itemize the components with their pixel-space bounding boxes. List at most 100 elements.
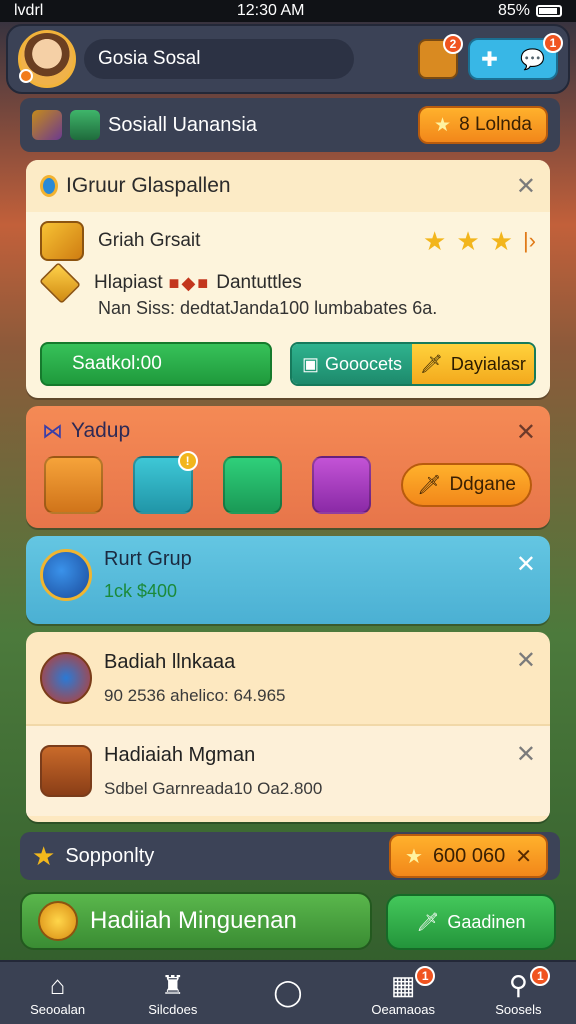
close-icon[interactable]: ✕ xyxy=(516,418,536,447)
star-icon: ★ xyxy=(32,840,56,871)
chest-tile[interactable] xyxy=(44,456,104,514)
rurt-title: Rurt Grup xyxy=(104,548,192,570)
rurt-value: 1ck $400 xyxy=(104,581,178,601)
badiah-item-1-text: Badiah llnkaaa 90 2536 ahelico: 64.965 xyxy=(104,651,286,706)
tab-home-label: Seooalan xyxy=(30,1001,86,1017)
group-row-2-title: Hlapiast xyxy=(94,272,163,293)
sopponlty-button[interactable]: ★ 600 060 ✕ xyxy=(389,834,548,878)
rating-stars: ★ ★ ★ |› xyxy=(423,226,536,257)
daily-label: Dayialasr xyxy=(450,353,526,374)
yardup-tiles: ! 🗡 Ddgane xyxy=(26,451,550,514)
chat-badge: 1 xyxy=(543,33,563,53)
group-row-1-title: Griah Grsait xyxy=(98,230,201,251)
daily-button[interactable]: 🗡 Dayialasr xyxy=(412,344,534,384)
tab-trophy-label: Silcdoes xyxy=(148,1001,198,1017)
badiah-item-2-text: Hadiaiah Mgman Sdbel Garnreada10 Oa2.800 xyxy=(104,744,322,799)
chat-icon: 💬 xyxy=(520,48,545,71)
yardup-button-label: Ddgane xyxy=(449,474,516,495)
gem-icon xyxy=(32,110,62,140)
close-icon[interactable]: ✕ xyxy=(515,844,532,869)
group-row-2-suffix: Dantuttles xyxy=(216,272,302,293)
user-name[interactable]: Gosia Sosal xyxy=(84,39,354,79)
badiah-item-2[interactable]: Hadiaiah Mgman Sdbel Garnreada10 Oa2.800… xyxy=(26,724,550,816)
trophy-icon: ♜ xyxy=(161,969,185,1000)
social-button-label: 8 Lolnda xyxy=(459,114,532,135)
profile-header: Gosia Sosal 2 ✚ 💬 1 xyxy=(6,24,570,94)
tab-calendar-badge: 1 xyxy=(415,965,436,986)
dice-icon: ■◆■ xyxy=(168,272,211,293)
battery-icon xyxy=(535,5,562,17)
status-right: 85% xyxy=(498,2,562,20)
yardup-title: Yadup xyxy=(71,419,131,442)
rurt-panel[interactable]: Rurt Grup 1ck $400 ✕ xyxy=(26,536,550,624)
badiah-sub-2: Sdbel Garnreada10 Oa2.800 xyxy=(104,778,323,798)
split-action-button: ▣ Gooocets 🗡 Dayialasr xyxy=(290,342,536,386)
character-tile[interactable]: ! xyxy=(133,451,198,514)
badiah-title-2: Hadiaiah Mgman xyxy=(104,743,256,766)
goods-label: Gooocets xyxy=(324,353,403,374)
online-dot xyxy=(19,69,33,83)
badiah-title-1: Badiah llnkaaa xyxy=(104,650,236,673)
gold-chest-icon xyxy=(40,221,84,261)
badiah-item-1[interactable]: Badiah llnkaaa 90 2536 ahelico: 64.965 ✕ xyxy=(26,632,550,724)
close-icon[interactable]: ✕ xyxy=(516,172,536,201)
tile-badge: ! xyxy=(177,451,198,471)
bowtie-icon: ⋈ xyxy=(42,419,63,443)
group-row-2-sub: Nan Siss: dedtatJanda100 lumbabates 6a. xyxy=(98,297,438,318)
close-icon[interactable]: ✕ xyxy=(516,646,536,675)
refresh-icon: ◯ xyxy=(273,977,303,1007)
mascot-tile[interactable] xyxy=(311,456,372,514)
badiah-panel: Badiah llnkaaa 90 2536 ahelico: 64.965 ✕… xyxy=(26,632,550,822)
sword-icon: 🗡 xyxy=(420,353,443,374)
coin-icon xyxy=(38,901,78,941)
group-row-1[interactable]: Griah Grsait ★ ★ ★ |› xyxy=(26,212,550,270)
sword-icon: 🗡 xyxy=(416,911,440,932)
globe-icon xyxy=(40,549,92,601)
tab-social[interactable]: ⚲ 1 Soosels xyxy=(468,965,568,1017)
tab-social-label: Soosels xyxy=(495,1001,542,1017)
box-icon: ▣ xyxy=(301,353,319,374)
puzzle-icon: ✚ xyxy=(481,48,498,71)
social-star-button[interactable]: ★ 8 Lolnda xyxy=(418,106,548,144)
bottom-tab-bar: ⌂ Seooalan ♜ Silcdoes ◯ ▦ 1 Oeamaoas ⚲ 1… xyxy=(0,960,576,1024)
sopponlty-label: Sopponlty xyxy=(65,844,155,867)
green-action-button[interactable]: Saatkol:00 xyxy=(40,342,272,386)
group-panel-title: IGruur Glaspallen xyxy=(66,174,231,197)
yardup-button[interactable]: 🗡 Ddgane xyxy=(401,463,532,507)
weekly-reward-banner[interactable]: Hadiiah Minguenan xyxy=(20,892,372,950)
drop-icon xyxy=(40,175,58,197)
calendar-icon: ▦ xyxy=(390,969,416,1000)
gold-tile[interactable] xyxy=(222,456,282,514)
weekly-button-label: Gaadinen xyxy=(447,911,526,932)
badiah-sub-1: 90 2536 ahelico: 64.965 xyxy=(104,685,286,705)
basket-icon xyxy=(40,745,92,797)
goods-button[interactable]: ▣ Gooocets xyxy=(292,344,412,384)
star-icon: ★ xyxy=(405,845,423,868)
chest-badge: 2 xyxy=(443,34,463,54)
social-title: Sosiall Uanansia xyxy=(108,113,257,136)
tab-home[interactable]: ⌂ Seooalan xyxy=(8,970,108,1017)
tools-chat-button[interactable]: ✚ 💬 1 xyxy=(468,33,563,80)
tab-trophy[interactable]: ♜ Silcdoes xyxy=(123,970,223,1017)
sopponlty-button-label: 600 060 xyxy=(432,844,506,867)
tab-refresh[interactable]: ◯ xyxy=(238,977,338,1009)
sopponlty-bar: ★ Sopponlty ★ 600 060 ✕ xyxy=(20,832,560,880)
group-panel-header: IGruur Glaspallen ✕ xyxy=(26,160,550,212)
weekly-label: Hadiiah Minguenan xyxy=(90,907,297,934)
chevron-right-icon[interactable]: |› xyxy=(523,228,536,254)
chest-button[interactable]: 2 xyxy=(418,34,463,79)
social-bar: Sosiall Uanansia ★ 8 Lolnda xyxy=(20,98,560,152)
avatar[interactable] xyxy=(18,30,76,88)
shop-icon xyxy=(40,652,92,704)
star-icon: ★ xyxy=(434,114,452,136)
status-bar: lvdrl 12:30 AM 85% xyxy=(0,0,576,22)
tab-calendar[interactable]: ▦ 1 Oeamaoas xyxy=(353,965,453,1017)
weekly-claim-button[interactable]: 🗡 Gaadinen xyxy=(386,894,556,950)
carrier-label: lvdrl xyxy=(14,2,44,19)
book-icon xyxy=(70,110,100,140)
close-icon[interactable]: ✕ xyxy=(516,550,536,579)
tab-calendar-label: Oeamaoas xyxy=(371,1001,435,1017)
close-icon[interactable]: ✕ xyxy=(516,740,536,769)
battery-percent: 85% xyxy=(497,2,530,19)
sword-icon: 🗡 xyxy=(417,475,442,496)
